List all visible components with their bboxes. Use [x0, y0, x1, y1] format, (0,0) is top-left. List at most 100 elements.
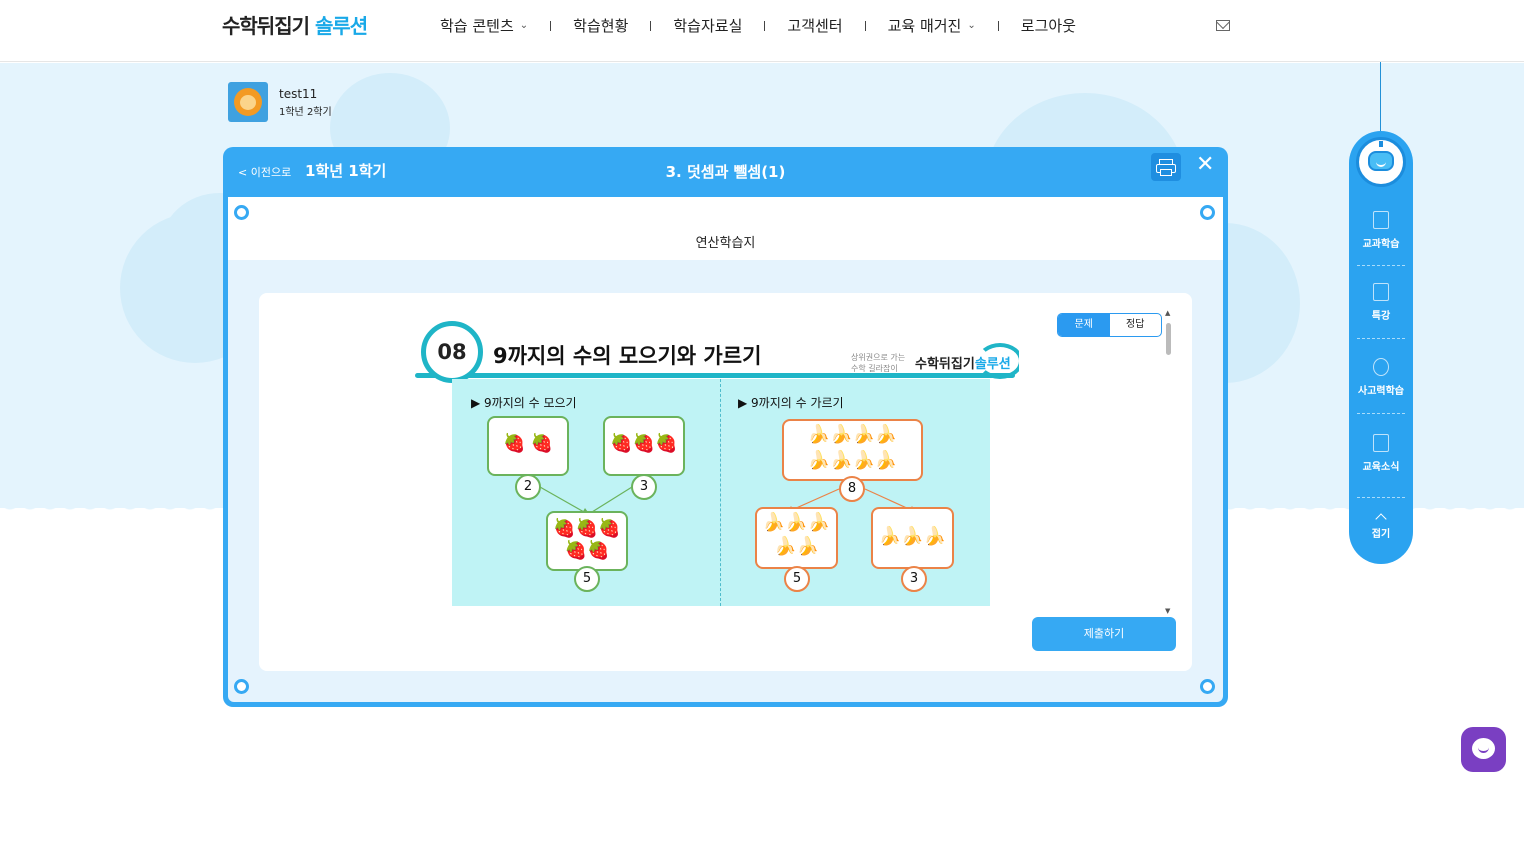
gather-number-a: 2: [515, 474, 541, 500]
strawberry-icon: 🍓: [632, 433, 656, 454]
banana-icon: 🍌: [874, 424, 898, 445]
site-logo[interactable]: 수학뒤집기 솔루션: [222, 10, 368, 39]
worksheet-scrollbar[interactable]: ▲ ▼: [1165, 309, 1173, 615]
main-nav: 학습 콘텐츠 ⌄ 학습현황 학습자료실 고객센터 교육 매거진 ⌄ 로그아웃: [440, 15, 1076, 36]
banana-icon: 🍌: [807, 512, 831, 533]
nav-divider: [997, 20, 999, 31]
tablet-icon: [1373, 211, 1389, 229]
nav-customer-center[interactable]: 고객센터: [787, 15, 842, 36]
user-grade: 1학년 2학기: [279, 106, 332, 118]
split-box-a: 🍌🍌🍌 🍌🍌: [755, 507, 838, 569]
worksheet-viewer[interactable]: 08 9까지의 수의 모으기와 가르기 상위권으로 가는 수학 길라잡이 수학뒤…: [409, 319, 1019, 606]
split-box-b: 🍌🍌🍌: [871, 507, 954, 569]
nav-learning-status[interactable]: 학습현황: [573, 15, 628, 36]
unit-title: 3. 덧셈과 뺄셈(1): [665, 163, 786, 181]
frame-ring-decoration: [234, 679, 249, 694]
section-title: 연산학습지: [695, 236, 756, 251]
quick-menu-collapse[interactable]: 접기: [1349, 511, 1413, 540]
banana-icon: 🍌: [852, 450, 875, 471]
document-icon: [1373, 434, 1389, 452]
tab-answer[interactable]: 정답: [1110, 314, 1162, 336]
nav-divider: [550, 20, 552, 31]
banana-icon: 🍌: [807, 424, 831, 445]
split-number-b: 3: [901, 566, 927, 592]
banana-icon: 🍌: [901, 526, 924, 547]
frame-header: < 이전으로 1학년 1학기 3. 덧셈과 뺄셈(1) ✕: [223, 147, 1228, 197]
gather-box-a: 🍓 🍓: [487, 416, 569, 476]
chevron-down-icon: ⌄: [519, 20, 529, 31]
site-header: 수학뒤집기 솔루션 학습 콘텐츠 ⌄ 학습현황 학습자료실 고객센터 교육 매거진…: [0, 0, 1524, 62]
robot-icon[interactable]: [1356, 137, 1406, 187]
logo-text: 수학뒤집기: [222, 14, 310, 38]
banana-icon: 🍌: [852, 424, 875, 445]
gather-box-b: 🍓🍓🍓: [603, 416, 685, 476]
close-button[interactable]: ✕: [1196, 154, 1214, 176]
nav-resources[interactable]: 학습자료실: [673, 15, 742, 36]
strawberry-icon: 🍓: [564, 540, 587, 561]
study-frame: < 이전으로 1학년 1학기 3. 덧셈과 뺄셈(1) ✕ 연산학습지 문제 정…: [223, 147, 1228, 707]
user-name: test11: [279, 86, 318, 101]
gather-number-b: 3: [631, 474, 657, 500]
section-title-bar: 연산학습지: [228, 197, 1223, 260]
gather-box-sum: 🍓🍓🍓 🍓🍓: [546, 511, 628, 571]
lightbulb-icon: [1373, 358, 1389, 376]
user-profile: test11 1학년 2학기: [228, 82, 332, 122]
scroll-up-icon[interactable]: ▲: [1165, 309, 1170, 317]
strawberry-icon: 🍓: [530, 433, 553, 454]
strawberry-icon: 🍓: [503, 433, 526, 454]
submit-button[interactable]: 제출하기: [1032, 617, 1176, 651]
nav-divider: [650, 20, 652, 31]
quick-menu-divider: [1357, 265, 1405, 266]
mail-icon[interactable]: [1216, 20, 1230, 31]
quick-menu: 교과학습 특강 사고력학습 교육소식 접기: [1349, 131, 1413, 564]
worksheet-card: 문제 정답 08 9까지의 수의 모으기와 가르기 상위권으로 가는 수학 길라…: [259, 293, 1192, 671]
split-number-a: 5: [784, 566, 810, 592]
strawberry-icon: 🍓: [598, 518, 621, 539]
strawberry-icon: 🍓: [655, 433, 678, 454]
chevron-down-icon: ⌄: [967, 20, 976, 31]
frame-ring-decoration: [1200, 679, 1215, 694]
puzzle-icon: [1373, 283, 1389, 301]
banana-icon: 🍌: [762, 512, 786, 533]
banana-icon: 🍌: [830, 450, 853, 471]
nav-divider: [864, 20, 866, 31]
quick-menu-thinking[interactable]: 사고력학습: [1349, 358, 1413, 397]
quick-menu-textbook[interactable]: 교과학습: [1349, 211, 1413, 250]
frame-ring-decoration: [1200, 205, 1215, 220]
nav-divider: [764, 20, 766, 31]
strawberry-icon: 🍓: [610, 433, 633, 454]
quick-menu-divider: [1357, 413, 1405, 414]
frame-ring-decoration: [234, 205, 249, 220]
tab-problem[interactable]: 문제: [1058, 314, 1110, 336]
scroll-down-icon[interactable]: ▼: [1165, 607, 1170, 615]
scrollbar-thumb[interactable]: [1166, 323, 1171, 355]
chevron-up-icon: [1375, 513, 1387, 525]
logo-accent-text: 솔루션: [314, 14, 368, 38]
strawberry-icon: 🍓: [553, 518, 576, 539]
split-box-total: 🍌🍌🍌🍌 🍌🍌🍌🍌: [782, 419, 923, 481]
nav-logout[interactable]: 로그아웃: [1021, 15, 1076, 36]
frame-body: 연산학습지 문제 정답 08 9까지의 수의 모으기와 가르기 상위권으로 가는…: [228, 197, 1223, 702]
banana-icon: 🍌: [830, 424, 853, 445]
banana-icon: 🍌: [774, 536, 797, 557]
banana-icon: 🍌: [785, 512, 808, 533]
problem-answer-toggle: 문제 정답: [1057, 313, 1162, 337]
split-number-total: 8: [839, 476, 865, 502]
quick-menu-divider: [1357, 338, 1405, 339]
quick-menu-special[interactable]: 특강: [1349, 283, 1413, 322]
banana-icon: 🍌: [807, 450, 831, 471]
print-button[interactable]: [1151, 153, 1181, 181]
nav-learning-contents[interactable]: 학습 콘텐츠 ⌄: [440, 15, 528, 36]
banana-icon: 🍌: [923, 526, 947, 547]
banana-icon: 🍌: [796, 536, 819, 557]
banana-icon: 🍌: [878, 526, 902, 547]
quick-menu-divider: [1357, 497, 1405, 498]
nav-magazine[interactable]: 교육 매거진 ⌄: [888, 15, 976, 36]
strawberry-icon: 🍓: [575, 518, 599, 539]
banana-icon: 🍌: [874, 450, 898, 471]
gather-number-sum: 5: [574, 566, 600, 592]
chat-button[interactable]: [1461, 727, 1506, 772]
quick-menu-news[interactable]: 교육소식: [1349, 434, 1413, 473]
strawberry-icon: 🍓: [587, 540, 610, 561]
chat-bubble-icon: [1472, 738, 1495, 759]
